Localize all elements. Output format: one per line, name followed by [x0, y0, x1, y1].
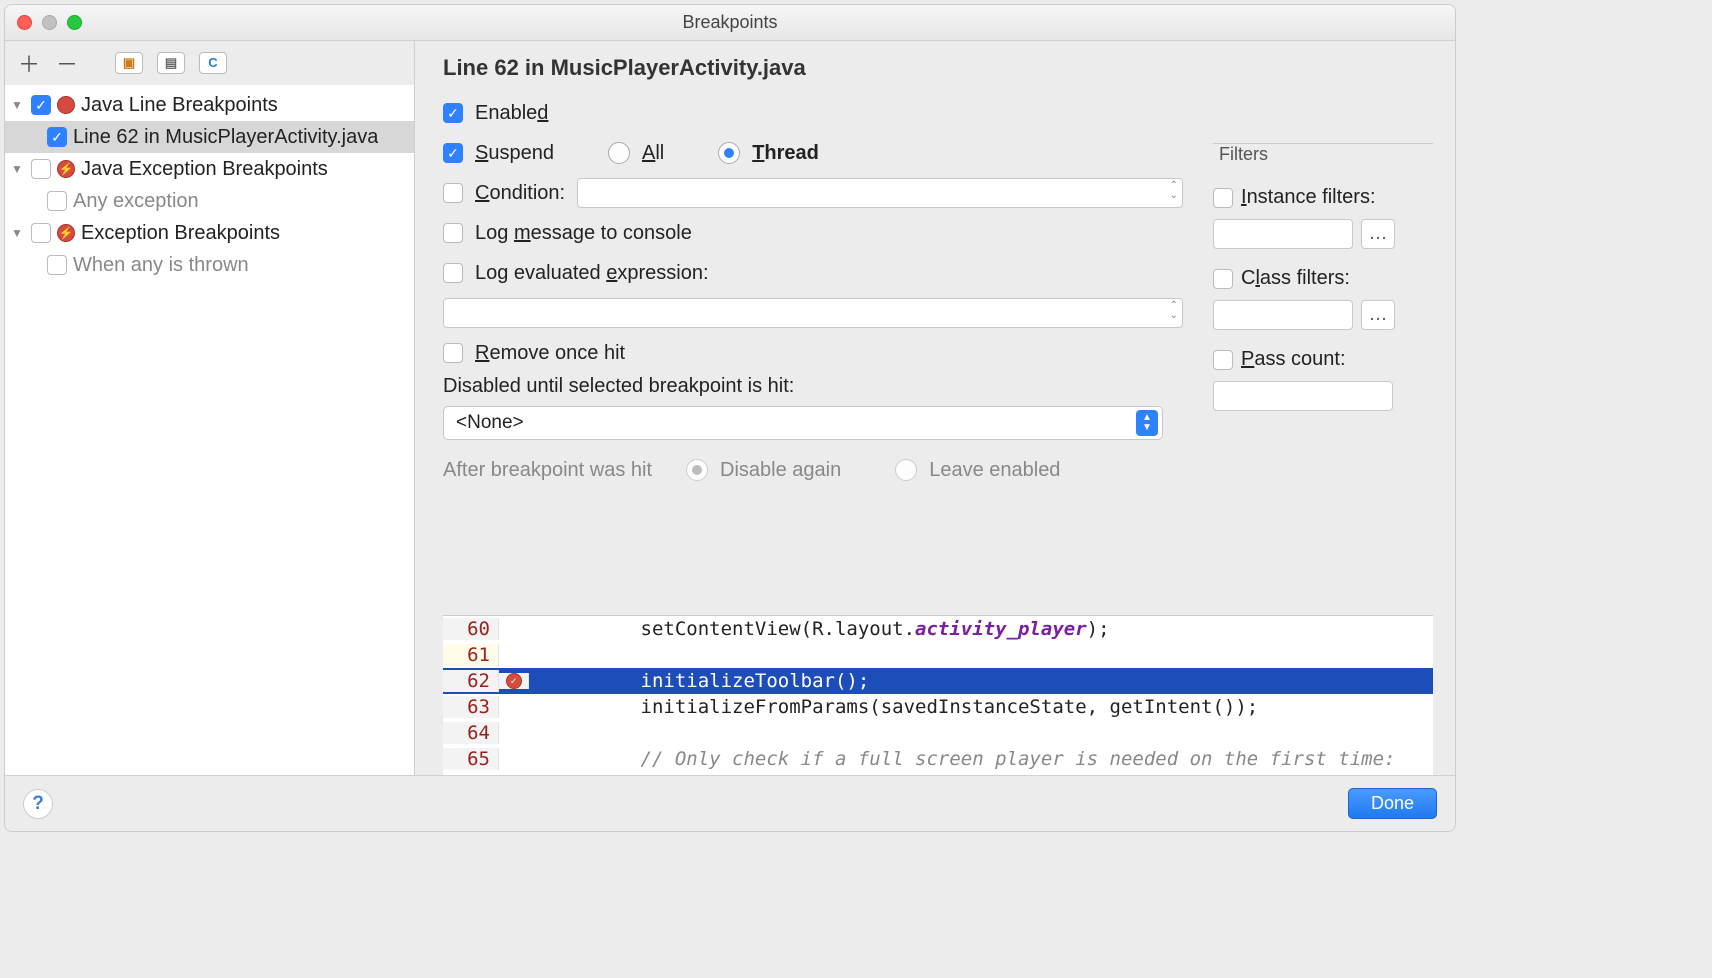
disable-again-label: Disable again [720, 459, 841, 482]
disable-again-radio[interactable] [686, 459, 708, 481]
breakpoint-checkbox[interactable] [47, 255, 67, 275]
class-filters-label: Class filters: [1241, 267, 1350, 290]
filters-section-label: Filters [1213, 144, 1274, 164]
tree-item-label: When any is thrown [73, 254, 249, 277]
titlebar: Breakpoints [5, 5, 1455, 41]
instance-filters-label: Instance filters: [1241, 186, 1376, 209]
breakpoint-checkbox[interactable] [47, 191, 67, 211]
instance-filters-browse-button[interactable]: … [1361, 219, 1395, 249]
window-title: Breakpoints [5, 12, 1455, 33]
condition-label: Condition: [475, 182, 565, 205]
pass-count-checkbox[interactable] [1213, 350, 1233, 370]
log-expr-field[interactable] [443, 298, 1183, 328]
gutter-marker: ✓ [499, 673, 529, 689]
done-button[interactable]: Done [1348, 788, 1437, 819]
suspend-label: Suspend [475, 142, 554, 165]
combo-value: <None> [456, 412, 524, 434]
instance-filters-field[interactable] [1213, 219, 1353, 249]
remove-once-label: Remove once hit [475, 342, 625, 365]
class-filters-browse-button[interactable]: … [1361, 300, 1395, 330]
code-line: initializeToolbar(); [529, 670, 1433, 692]
close-window-button[interactable] [17, 15, 32, 30]
class-filters-field[interactable] [1213, 300, 1353, 330]
line-number: 65 [443, 748, 499, 770]
minimize-window-button[interactable] [42, 15, 57, 30]
tree-item-line62[interactable]: ✓ Line 62 in MusicPlayerActivity.java [5, 121, 414, 153]
class-filters-checkbox[interactable] [1213, 269, 1233, 289]
log-message-label: Log message to console [475, 222, 692, 245]
group-by-package-toggle[interactable]: ▣ [115, 52, 143, 74]
breakpoint-detail-panel: Line 62 in MusicPlayerActivity.java ✓ En… [415, 41, 1455, 775]
code-line: // Only check if a full screen player is… [529, 748, 1433, 770]
line-breakpoint-icon [57, 96, 75, 114]
suspend-thread-label: Thread [752, 142, 819, 165]
line-number: 60 [443, 618, 499, 640]
chevron-down-icon[interactable]: ▼ [11, 98, 25, 112]
after-hit-label: After breakpoint was hit [443, 459, 652, 482]
line-number: 63 [443, 696, 499, 718]
log-expr-label: Log evaluated expression: [475, 262, 709, 285]
breakpoints-dialog: Breakpoints ＋ － ▣ ▤ C ▼ ✓ Java Line Brea… [4, 4, 1456, 832]
leave-enabled-label: Leave enabled [929, 459, 1060, 482]
breakpoints-left-panel: ＋ － ▣ ▤ C ▼ ✓ Java Line Breakpoints ✓ Li… [5, 41, 415, 775]
instance-filters-checkbox[interactable] [1213, 188, 1233, 208]
group-checkbox[interactable]: ✓ [31, 95, 51, 115]
exception-breakpoint-icon: ⚡ [57, 160, 75, 178]
breakpoint-checkbox[interactable]: ✓ [47, 127, 67, 147]
suspend-thread-radio[interactable] [718, 142, 740, 164]
enabled-checkbox[interactable]: ✓ [443, 103, 463, 123]
tree-group-exception[interactable]: ▼ ⚡ Exception Breakpoints [5, 217, 414, 249]
disabled-until-label: Disabled until selected breakpoint is hi… [443, 375, 1183, 398]
log-expr-checkbox[interactable] [443, 263, 463, 283]
log-message-checkbox[interactable] [443, 223, 463, 243]
group-by-class-toggle[interactable]: C [199, 52, 227, 74]
add-breakpoint-button[interactable]: ＋ [17, 51, 41, 75]
condition-field[interactable] [577, 178, 1183, 208]
dialog-footer: ? Done [5, 775, 1455, 831]
group-checkbox[interactable] [31, 223, 51, 243]
detail-heading: Line 62 in MusicPlayerActivity.java [443, 55, 1433, 81]
pass-count-label: Pass count: [1241, 348, 1346, 371]
tree-item-when-thrown[interactable]: When any is thrown [5, 249, 414, 281]
left-toolbar: ＋ － ▣ ▤ C [5, 41, 414, 85]
tree-group-java-exception[interactable]: ▼ ⚡ Java Exception Breakpoints [5, 153, 414, 185]
tree-item-label: Any exception [73, 190, 199, 213]
condition-checkbox[interactable] [443, 183, 463, 203]
remove-breakpoint-button[interactable]: － [55, 51, 79, 75]
leave-enabled-radio[interactable] [895, 459, 917, 481]
group-by-file-toggle[interactable]: ▤ [157, 52, 185, 74]
pass-count-field[interactable] [1213, 381, 1393, 411]
combo-arrows-icon: ▲▼ [1136, 410, 1158, 436]
suspend-all-label: All [642, 142, 664, 165]
group-checkbox[interactable] [31, 159, 51, 179]
tree-group-label: Java Line Breakpoints [81, 94, 278, 117]
breakpoints-tree[interactable]: ▼ ✓ Java Line Breakpoints ✓ Line 62 in M… [5, 85, 414, 775]
code-line: initializeFromParams(savedInstanceState,… [529, 696, 1433, 718]
line-number: 64 [443, 722, 499, 744]
code-preview: 60 setContentView(R.layout.activity_play… [443, 615, 1433, 775]
line-number: 61 [443, 644, 499, 666]
exception-breakpoint-icon: ⚡ [57, 224, 75, 242]
chevron-down-icon[interactable]: ▼ [11, 226, 25, 240]
line-number: 62 [443, 670, 499, 692]
tree-group-label: Exception Breakpoints [81, 222, 280, 245]
tree-item-any-exception[interactable]: Any exception [5, 185, 414, 217]
suspend-all-radio[interactable] [608, 142, 630, 164]
remove-once-checkbox[interactable] [443, 343, 463, 363]
tree-group-label: Java Exception Breakpoints [81, 158, 328, 181]
tree-group-java-line[interactable]: ▼ ✓ Java Line Breakpoints [5, 89, 414, 121]
breakpoint-gutter-icon[interactable]: ✓ [506, 673, 522, 689]
suspend-checkbox[interactable]: ✓ [443, 143, 463, 163]
chevron-down-icon[interactable]: ▼ [11, 162, 25, 176]
maximize-window-button[interactable] [67, 15, 82, 30]
code-line: setContentView(R.layout.activity_player)… [529, 618, 1433, 640]
enabled-label: Enabled [475, 102, 548, 125]
disabled-until-combo[interactable]: <None> ▲▼ [443, 406, 1163, 440]
help-button[interactable]: ? [23, 789, 53, 819]
tree-item-label: Line 62 in MusicPlayerActivity.java [73, 126, 378, 149]
filters-section: Filters Instance filters: … Class filter… [1213, 143, 1433, 411]
